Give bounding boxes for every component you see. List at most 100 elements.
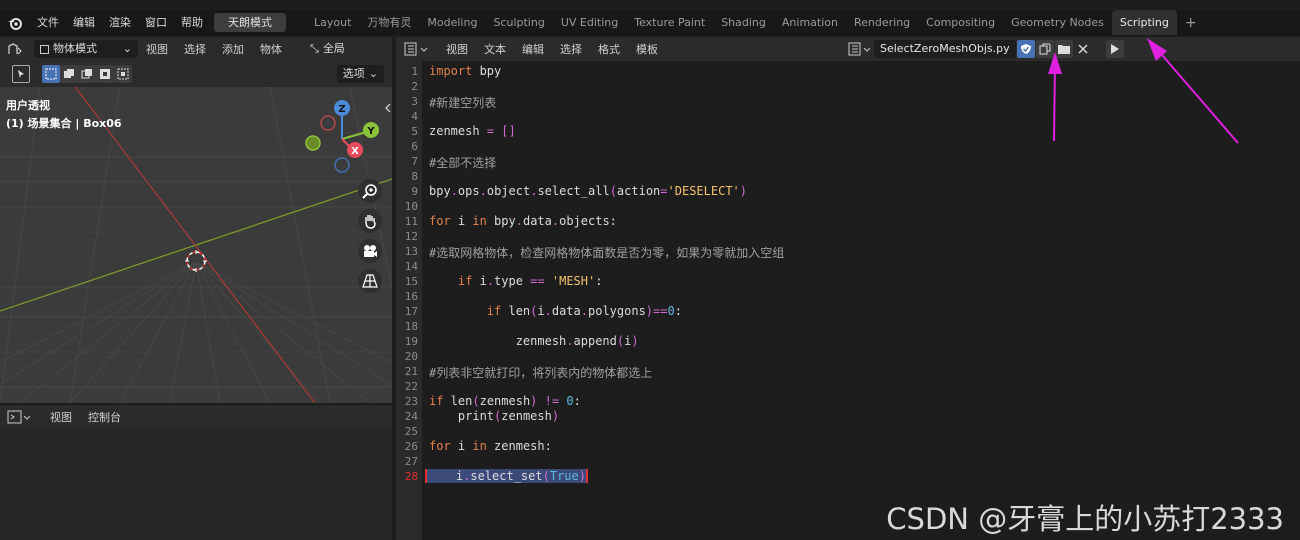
code-line[interactable]: print(zenmesh) [429, 409, 559, 423]
python-console[interactable]: 视图 控制台 [0, 405, 392, 540]
shield-icon[interactable] [1016, 40, 1035, 58]
perspective-toggle-icon[interactable] [358, 269, 382, 293]
code-line[interactable]: #全部不选择 [429, 154, 496, 171]
axis-z-label: Z [338, 104, 345, 115]
code-line[interactable]: #选取网格物体，检查网格物体面数是否为零，如果为零就加入空组 [429, 244, 784, 261]
selected-code: i.select_set(True) [425, 469, 588, 483]
code-line[interactable]: #新建空列表 [429, 94, 496, 111]
viewport-menu-view[interactable]: 视图 [138, 41, 176, 57]
run-script-icon[interactable] [1105, 40, 1124, 58]
editor-menu-edit[interactable]: 编辑 [514, 41, 552, 57]
menu-render[interactable]: 渲染 [102, 10, 138, 35]
tab-sculpting[interactable]: Sculpting [485, 10, 552, 35]
code-line[interactable]: for i in bpy.data.objects: [429, 214, 617, 228]
select-intersect-icon[interactable] [114, 65, 132, 83]
tab-shading[interactable]: Shading [713, 10, 774, 35]
code-line[interactable]: zenmesh.append(i) [429, 334, 639, 348]
tab-layout[interactable]: Layout [306, 10, 359, 35]
tab-scripting[interactable]: Scripting [1111, 10, 1177, 35]
top-bar: 文件 编辑 渲染 窗口 帮助 天朗模式 Layout 万物有灵 Modeling… [0, 10, 1300, 35]
duplicate-text-icon[interactable] [1035, 40, 1054, 58]
add-workspace-button[interactable]: + [1177, 15, 1205, 31]
menu-edit[interactable]: 编辑 [66, 10, 102, 35]
select-subtract-icon[interactable] [78, 65, 96, 83]
tab-geometry-nodes[interactable]: Geometry Nodes [1003, 10, 1112, 35]
line-number: 1 [411, 65, 418, 78]
editor-menu-format[interactable]: 格式 [590, 41, 628, 57]
code-line[interactable]: if len(i.data.polygons)==0: [429, 304, 682, 318]
console-menu-console[interactable]: 控制台 [80, 409, 129, 425]
zoom-icon[interactable] [358, 179, 382, 203]
3d-viewport[interactable]: 物体模式 ⌄ 视图 选择 添加 物体 ⤡ 全局 选项 ⌄ 用户透视 (1) 场景… [0, 37, 392, 403]
text-editor[interactable]: 视图 文本 编辑 选择 格式 模板 SelectZeroMeshObjs.py [396, 37, 1300, 540]
code-line[interactable]: #列表非空就打印，将列表内的物体都选上 [429, 364, 652, 381]
text-browse-icon[interactable] [846, 40, 874, 58]
chevron-down-icon: ⌄ [122, 42, 132, 55]
line-number: 25 [404, 425, 418, 438]
pan-hand-icon[interactable] [358, 209, 382, 233]
text-file-name[interactable]: SelectZeroMeshObjs.py [874, 40, 1016, 58]
line-number: 9 [411, 185, 418, 198]
line-number: 28 [404, 470, 418, 483]
console-editor-type-icon[interactable] [6, 408, 34, 426]
code-line[interactable]: zenmesh = [] [429, 124, 516, 138]
text-editor-type-icon[interactable] [402, 40, 432, 58]
axis-neg-x-icon[interactable] [320, 115, 336, 131]
tab-texture-paint[interactable]: Texture Paint [626, 10, 713, 35]
select-tool-icon[interactable] [12, 65, 30, 83]
line-number: 5 [411, 125, 418, 138]
camera-view-icon[interactable] [358, 239, 382, 263]
options-label: 选项 [342, 67, 365, 80]
tab-wanwu[interactable]: 万物有灵 [359, 10, 419, 35]
line-number: 27 [404, 455, 418, 468]
editor-menu-templates[interactable]: 模板 [628, 41, 666, 57]
code-line[interactable]: if i.type == 'MESH': [429, 274, 603, 288]
code-line[interactable]: for i in zenmesh: [429, 439, 552, 453]
navigation-gizmo[interactable]: Z Y X [300, 97, 386, 179]
select-box-new-icon[interactable] [42, 65, 60, 83]
editor-type-icon[interactable] [6, 40, 24, 58]
line-number: 24 [404, 410, 418, 423]
blender-logo-icon[interactable] [0, 10, 30, 35]
axis-neg-z-icon[interactable] [334, 157, 350, 173]
text-block-selector: SelectZeroMeshObjs.py [846, 40, 1124, 58]
code-line[interactable]: bpy.ops.object.select_all(action='DESELE… [429, 184, 747, 198]
code-line[interactable]: import bpy [429, 64, 501, 78]
menu-window[interactable]: 窗口 [138, 10, 174, 35]
code-line[interactable]: i.select_set(True) [425, 469, 588, 483]
chevron-down-icon: ⌄ [368, 67, 378, 80]
editor-menu-text[interactable]: 文本 [476, 41, 514, 57]
watermark-text: CSDN @牙膏上的小苏打2333 [886, 502, 1284, 536]
tab-modeling[interactable]: Modeling [419, 10, 485, 35]
close-icon[interactable] [1074, 40, 1092, 58]
line-number: 14 [404, 260, 418, 273]
code-area[interactable]: import bpy #新建空列表 zenmesh = [] #全部不选择 bpy.op… [422, 61, 1300, 540]
tab-compositing[interactable]: Compositing [918, 10, 1003, 35]
select-extend-icon[interactable] [60, 65, 78, 83]
code-line[interactable]: if len(zenmesh) != 0: [429, 394, 581, 408]
mode-button[interactable]: 天朗模式 [214, 13, 286, 32]
options-dropdown[interactable]: 选项 ⌄ [336, 65, 384, 83]
menu-file[interactable]: 文件 [30, 10, 66, 35]
line-number: 2 [411, 80, 418, 93]
tab-animation[interactable]: Animation [774, 10, 846, 35]
line-number: 13 [404, 245, 418, 258]
viewport-menu-select[interactable]: 选择 [176, 41, 214, 57]
line-number: 18 [404, 320, 418, 333]
mode-dropdown[interactable]: 物体模式 ⌄ [34, 40, 138, 58]
select-invert-icon[interactable] [96, 65, 114, 83]
collection-info: (1) 场景集合 | Box06 [6, 117, 122, 130]
transform-orientation-dropdown[interactable]: ⤡ 全局 [304, 40, 351, 58]
editor-menu-view[interactable]: 视图 [438, 41, 476, 57]
axis-neg-y-icon[interactable] [305, 135, 321, 151]
menu-help[interactable]: 帮助 [174, 10, 210, 35]
sidebar-toggle-icon[interactable] [384, 103, 392, 113]
line-number: 17 [404, 305, 418, 318]
viewport-menu-object[interactable]: 物体 [252, 41, 290, 57]
tab-uv-editing[interactable]: UV Editing [553, 10, 626, 35]
viewport-menu-add[interactable]: 添加 [214, 41, 252, 57]
tab-rendering[interactable]: Rendering [846, 10, 918, 35]
open-folder-icon[interactable] [1054, 40, 1073, 58]
editor-menu-select[interactable]: 选择 [552, 41, 590, 57]
console-menu-view[interactable]: 视图 [42, 409, 80, 425]
